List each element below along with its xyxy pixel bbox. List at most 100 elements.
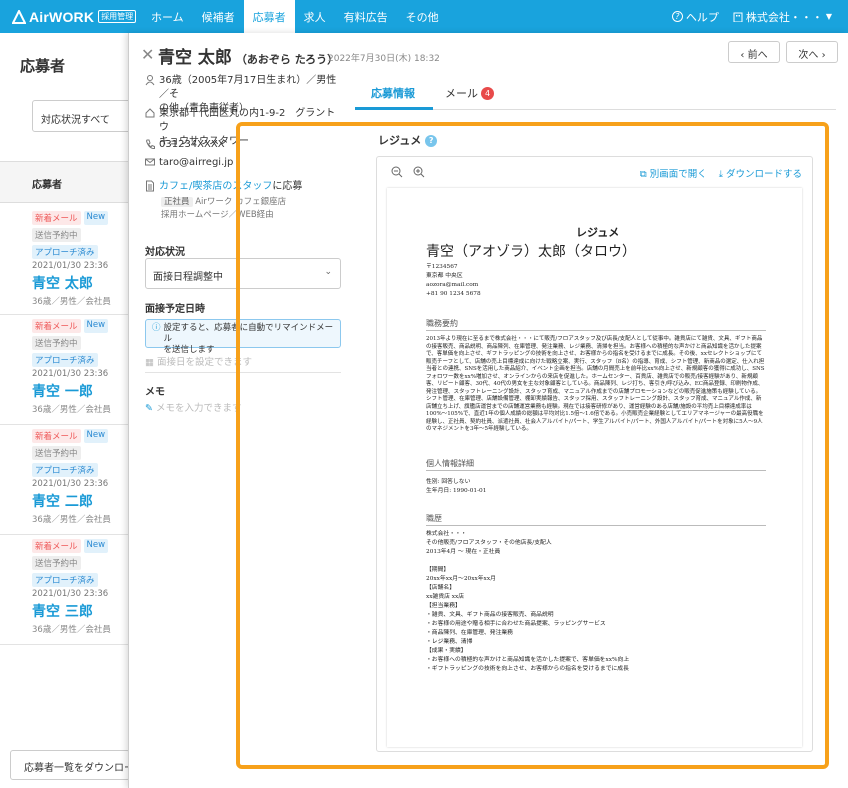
status-filter-select[interactable]: 対応状況すべて: [32, 100, 142, 132]
applied-date: 2021/01/30 23:36: [32, 369, 109, 379]
list-item[interactable]: 新着メール New 送信予約中 アプローチ済み 2021/01/30 23:36 …: [0, 315, 135, 425]
approach-badge: アプローチ済み: [32, 463, 98, 477]
chevron-left-icon: ‹: [740, 50, 748, 61]
tab-application-info[interactable]: 応募情報: [371, 85, 415, 101]
phone-icon: [145, 139, 155, 150]
candidate-name[interactable]: 青空 二郎: [32, 491, 135, 511]
logo-triangle-icon: [12, 9, 26, 24]
open-new-window-link[interactable]: ⧉ 別画面で開く: [640, 166, 707, 180]
document-icon: [146, 180, 154, 192]
nav-jobs[interactable]: 求人: [295, 0, 335, 33]
list-item[interactable]: 新着メール New 送信予約中 アプローチ済み 2021/01/30 23:36 …: [0, 535, 135, 645]
viewer-actions: ⧉ 別画面で開く ⤓ ダウンロードする: [640, 166, 802, 180]
memo-input[interactable]: ✎ メモを入力できます: [145, 400, 242, 414]
new-mail-badge: 新着メール: [32, 211, 81, 225]
list-item[interactable]: 新着メール New 送信予約中 アプローチ済み 2021/01/30 23:36 …: [0, 205, 135, 315]
help-link[interactable]: ? ヘルプ: [671, 9, 719, 25]
new-badge: New: [83, 319, 109, 333]
phone-number[interactable]: 031234XXXX: [159, 138, 225, 152]
tab-mail-label: メール: [445, 87, 478, 100]
prev-label: 前へ: [747, 50, 768, 61]
tab-mail[interactable]: メール 4: [445, 85, 494, 101]
chevron-right-icon: ›: [818, 50, 826, 61]
scheduled-badge: 送信予約中: [32, 446, 81, 460]
nav-other[interactable]: その他: [397, 0, 448, 33]
interview-label: 面接予定日時: [145, 304, 205, 315]
new-badge: New: [83, 429, 109, 443]
resume-viewer: ⧉ 別画面で開く ⤓ ダウンロードする レジュメ 青空（アオゾラ）太郎（タロウ）…: [376, 156, 813, 752]
resume-section-personal: 個人情報詳細: [426, 459, 474, 468]
zoom-in-icon[interactable]: [413, 166, 425, 178]
divider: [426, 470, 766, 471]
mail-icon: [145, 158, 155, 166]
approach-badge: アプローチ済み: [32, 353, 98, 367]
new-badge: New: [83, 539, 109, 553]
applied-date: 2021/01/30 23:36: [32, 261, 109, 271]
main-nav: ホーム 候補者 応募者 求人 有料広告 その他: [142, 0, 448, 33]
chevron-down-icon: ▼: [825, 12, 832, 21]
applied-datetime: 2022年7月30日(木) 18:32: [328, 54, 440, 64]
new-mail-badge: 新着メール: [32, 429, 81, 443]
scheduled-badge: 送信予約中: [32, 228, 81, 242]
resume-label: レジュメ?: [378, 132, 438, 148]
new-badge: New: [83, 211, 109, 225]
close-icon[interactable]: ✕: [141, 45, 154, 64]
candidate-name[interactable]: 青空 太郎: [32, 273, 135, 293]
calendar-icon: ▦: [145, 357, 157, 368]
zoom-out-icon[interactable]: [391, 166, 403, 178]
download-resume-link[interactable]: ⤓ ダウンロードする: [719, 166, 802, 180]
candidate-name[interactable]: 青空 三郎: [32, 601, 135, 621]
applied-date: 2021/01/30 23:36: [32, 479, 109, 489]
applicant-name: 青空 太郎 （あおぞら たろう）: [158, 43, 338, 68]
download-list-button[interactable]: 応募者一覧をダウンロード: [10, 750, 130, 780]
resume-career-text: 株式会社・・・ その他販売/フロアスタッフ・その他店長/支配人 2013年4月 …: [426, 531, 630, 672]
scheduled-badge: 送信予約中: [32, 336, 81, 350]
applicant-kana: （あおぞら たろう）: [235, 53, 339, 66]
email-address[interactable]: taro@airregi.jp: [159, 156, 233, 170]
candidate-meta: 36歳／男性／会社員: [32, 515, 111, 525]
nav-home[interactable]: ホーム: [142, 0, 193, 33]
page-title: 応募者: [20, 57, 66, 75]
active-tab-indicator: [355, 107, 433, 110]
help-icon: ?: [671, 11, 683, 22]
company-menu[interactable]: 株式会社・・・ ▼: [733, 9, 832, 25]
list-header: 応募者: [0, 161, 135, 203]
next-label: 次へ: [798, 50, 819, 61]
top-right-menu: ? ヘルプ 株式会社・・・ ▼: [671, 9, 832, 25]
approach-badge: アプローチ済み: [32, 245, 98, 259]
divider: [426, 330, 766, 331]
applicant-list-pane: 応募者 対応状況すべて 応募者 新着メール New 送信予約中 アプローチ済み 2…: [0, 33, 142, 788]
resume-contact: 〒1234567 東京都 中央区 aozora@mail.com +81 90 …: [426, 264, 481, 297]
nav-paid-ads[interactable]: 有料広告: [335, 0, 397, 33]
help-label: ヘルプ: [685, 10, 719, 24]
logo-text: AirWORK: [29, 8, 95, 25]
resume-page: レジュメ 青空（アオゾラ）太郎（タロウ） 〒1234567 東京都 中央区 ao…: [387, 188, 802, 747]
approach-badge: アプローチ済み: [32, 573, 98, 587]
top-navigation-bar: AirWORK 採用管理 ホーム 候補者 応募者 求人 有料広告 その他 ? ヘル…: [0, 0, 848, 33]
memo-label: メモ: [145, 387, 165, 398]
detail-tabs: 応募情報 メール 4: [355, 73, 836, 110]
viewer-toolbar: ⧉ 別画面で開く ⤓ ダウンロードする: [377, 157, 812, 187]
company-name: 株式会社・・・: [745, 10, 823, 24]
candidate-meta: 36歳／男性／会社員: [32, 297, 111, 307]
scheduled-badge: 送信予約中: [32, 556, 81, 570]
pencil-icon: ✎: [145, 403, 156, 414]
logo-badge: 採用管理: [98, 10, 137, 23]
app-logo[interactable]: AirWORK 採用管理: [12, 9, 140, 25]
info-icon: ⓘ: [152, 323, 161, 333]
applicant-name-text: 青空 太郎: [158, 48, 232, 68]
memo-placeholder: メモを入力できます: [155, 403, 242, 414]
resume-summary-text: 2013年より現在に至るまで株式会社・・・にて販売/フロアスタッフ及び店長/支配…: [426, 336, 765, 432]
candidate-name[interactable]: 青空 一郎: [32, 381, 135, 401]
status-value: 面接日程調整中: [153, 272, 223, 283]
applied-date: 2021/01/30 23:36: [32, 589, 109, 599]
person-icon: [145, 75, 155, 86]
nav-candidates[interactable]: 候補者: [193, 0, 244, 33]
list-item[interactable]: 新着メール New 送信予約中 アプローチ済み 2021/01/30 23:36 …: [0, 425, 135, 535]
help-icon[interactable]: ?: [425, 135, 438, 147]
external-link-icon: ⧉: [639, 169, 650, 180]
nav-applicants[interactable]: 応募者: [243, 0, 295, 33]
next-button[interactable]: 次へ ›: [786, 41, 838, 63]
mail-count-badge: 4: [481, 87, 494, 100]
prev-button[interactable]: ‹ 前へ: [728, 41, 780, 63]
